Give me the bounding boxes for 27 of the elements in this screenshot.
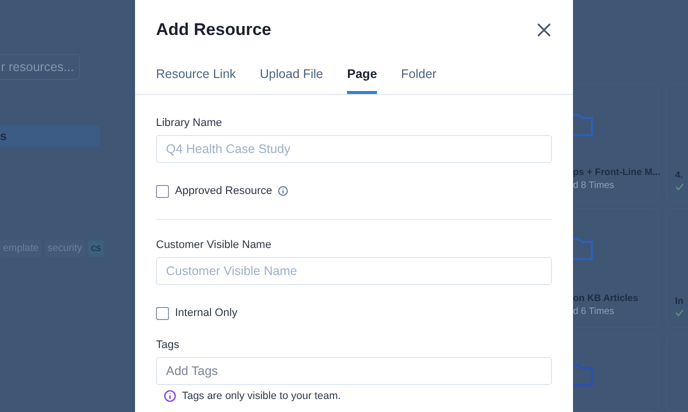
folder-icon [573, 113, 593, 137]
dialog-title: Add Resource [156, 20, 272, 40]
checkbox-label: Internal Only [175, 307, 238, 319]
checkbox[interactable] [156, 184, 169, 198]
card-subtitle: d 8 Times [573, 180, 616, 191]
field-label: Tags [156, 338, 180, 353]
tab[interactable]: Page [347, 60, 378, 94]
input-field[interactable]: Q4 Health Case Study [156, 135, 552, 163]
tab[interactable]: Resource Link [156, 60, 236, 94]
info-icon[interactable] [278, 186, 288, 196]
field-label: Library Name [156, 116, 224, 131]
folder-icon [573, 363, 593, 387]
card-subtitle: d 6 Times [573, 306, 616, 317]
note-text: Tags are only visible to your team. [182, 390, 341, 402]
folder-icon [573, 237, 593, 261]
tab[interactable]: Folder [401, 60, 436, 94]
tab[interactable]: Upload File [260, 60, 324, 94]
field-label: Customer Visible Name [156, 238, 272, 253]
input-field[interactable]: Add Tags [156, 357, 552, 385]
info-icon [164, 390, 176, 402]
input-field[interactable]: Customer Visible Name [156, 257, 552, 285]
search-field[interactable]: r resources... [0, 54, 80, 80]
sidebar-item[interactable]: s [0, 125, 100, 147]
checkbox-label: Approved Resource [175, 185, 272, 197]
close-icon[interactable] [537, 23, 551, 37]
tag[interactable]: cs [88, 240, 104, 257]
checkbox[interactable] [156, 306, 169, 320]
